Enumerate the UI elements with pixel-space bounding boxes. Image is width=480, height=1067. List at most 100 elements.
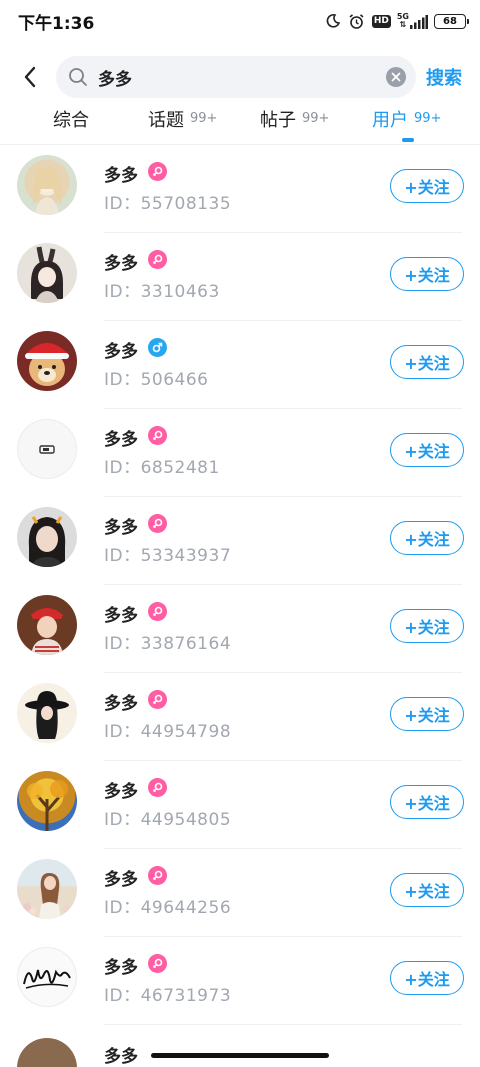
user-name: 多多 (104, 870, 138, 890)
female-icon (148, 866, 167, 885)
battery-level: 68 (443, 15, 457, 27)
male-icon (148, 338, 167, 357)
user-name: 多多 (104, 694, 138, 714)
tab-label: 话题 (148, 110, 184, 131)
user-row[interactable]: 多多 ID：53343937 +关注 (0, 497, 480, 585)
alarm-icon (348, 12, 366, 30)
arrows-icon: ⇅ (399, 20, 407, 29)
avatar[interactable] (17, 595, 77, 655)
follow-button[interactable]: +关注 (390, 785, 464, 819)
divider (104, 1024, 462, 1025)
user-id: ID：55708135 (104, 194, 232, 214)
anime-girl-avatar-icon (33, 166, 61, 215)
follow-button[interactable]: +关注 (390, 521, 464, 555)
user-name: 多多 (104, 166, 138, 186)
girl-flowers-avatar-icon (23, 873, 71, 919)
user-row[interactable]: 多多 ID：6852481 +关注 (0, 409, 480, 497)
signature-avatar-icon (23, 969, 71, 989)
female-icon (148, 602, 167, 621)
follow-button[interactable]: +关注 (390, 345, 464, 379)
close-icon (391, 72, 401, 82)
tab-count: 99+ (414, 111, 442, 126)
user-id: ID：44954805 (104, 810, 232, 830)
chevron-left-icon (24, 66, 36, 88)
female-icon (148, 250, 167, 269)
home-indicator[interactable] (151, 1053, 329, 1058)
user-name: 多多 (104, 254, 138, 274)
user-row[interactable]: 多多 ID：46731973 +关注 (0, 937, 480, 1025)
search-button[interactable]: 搜索 (426, 64, 462, 90)
female-icon (148, 690, 167, 709)
user-id: ID：49644256 (104, 898, 232, 918)
user-row[interactable]: 多多 (0, 1032, 480, 1067)
follow-button[interactable]: +关注 (390, 257, 464, 291)
tab-count: 99+ (190, 111, 218, 126)
user-row[interactable]: 多多 ID：55708135 +关注 (0, 145, 480, 233)
avatar[interactable] (17, 155, 77, 215)
tab-users[interactable]: 用户 99+ (372, 106, 441, 142)
tab-all[interactable]: 综合 (53, 106, 89, 142)
female-icon (148, 162, 167, 181)
user-list: 多多 ID：55708135 +关注 多多 ID：3310463 +关注 多多 … (0, 145, 480, 1025)
black-hat-silhouette-avatar-icon (25, 691, 69, 739)
avatar[interactable] (17, 507, 77, 567)
user-name: 多多 (104, 430, 138, 450)
tab-label: 综合 (53, 110, 89, 131)
avatar[interactable] (17, 1038, 77, 1067)
user-id: ID：44954798 (104, 722, 232, 742)
network-indicator: 5G ⇅ (397, 13, 428, 29)
tab-label: 帖子 (260, 110, 296, 131)
result-tabs: 综合 话题 99+ 帖子 99+ 用户 99+ (0, 106, 480, 142)
battery-icon: 68 (434, 13, 469, 29)
user-id: ID：3310463 (104, 282, 220, 302)
active-tab-indicator (402, 138, 414, 142)
user-id: ID：53343937 (104, 546, 232, 566)
female-icon (148, 426, 167, 445)
avatar[interactable] (17, 947, 77, 1007)
status-time: 下午1:36 (18, 13, 95, 34)
girl-red-hat-avatar-icon (31, 608, 63, 655)
user-row[interactable]: 多多 ID：44954805 +关注 (0, 761, 480, 849)
user-id: ID：46731973 (104, 986, 232, 1006)
signal-icon (410, 15, 428, 29)
user-name: 多多 (104, 1047, 138, 1067)
back-button[interactable] (8, 55, 52, 99)
user-id: ID：33876164 (104, 634, 232, 654)
follow-button[interactable]: +关注 (390, 697, 464, 731)
tab-topics[interactable]: 话题 99+ (148, 106, 217, 142)
user-name: 多多 (104, 958, 138, 978)
follow-button[interactable]: +关注 (390, 873, 464, 907)
person-photo-avatar-icon (28, 516, 66, 567)
avatar[interactable] (17, 683, 77, 743)
anime-bunny-avatar-icon (31, 246, 63, 303)
tab-count: 99+ (302, 111, 330, 126)
user-name: 多多 (104, 518, 138, 538)
follow-button[interactable]: +关注 (390, 609, 464, 643)
clear-search-button[interactable] (386, 67, 406, 87)
avatar[interactable] (17, 771, 77, 831)
hd-badge: HD (371, 14, 391, 28)
user-row[interactable]: 多多 ID：33876164 +关注 (0, 585, 480, 673)
user-name: 多多 (104, 342, 138, 362)
avatar[interactable] (17, 859, 77, 919)
user-row[interactable]: 多多 ID：44954798 +关注 (0, 673, 480, 761)
tab-posts[interactable]: 帖子 99+ (260, 106, 329, 142)
follow-button[interactable]: +关注 (390, 169, 464, 203)
avatar[interactable] (17, 419, 77, 479)
search-input[interactable]: 多多 (56, 56, 416, 98)
tab-label: 用户 (372, 110, 408, 131)
female-icon (148, 778, 167, 797)
avatar[interactable] (17, 243, 77, 303)
dog-santa-hat-avatar-icon (25, 343, 69, 386)
follow-button[interactable]: +关注 (390, 433, 464, 467)
user-row[interactable]: 多多 ID：3310463 +关注 (0, 233, 480, 321)
user-name: 多多 (104, 782, 138, 802)
moon-icon (324, 12, 342, 30)
user-row[interactable]: 多多 ID：506466 +关注 (0, 321, 480, 409)
follow-button[interactable]: +关注 (390, 961, 464, 995)
search-bar-row: 多多 搜索 (0, 52, 480, 102)
user-id: ID：506466 (104, 370, 209, 390)
user-id: ID：6852481 (104, 458, 220, 478)
user-row[interactable]: 多多 ID：49644256 +关注 (0, 849, 480, 937)
avatar[interactable] (17, 331, 77, 391)
